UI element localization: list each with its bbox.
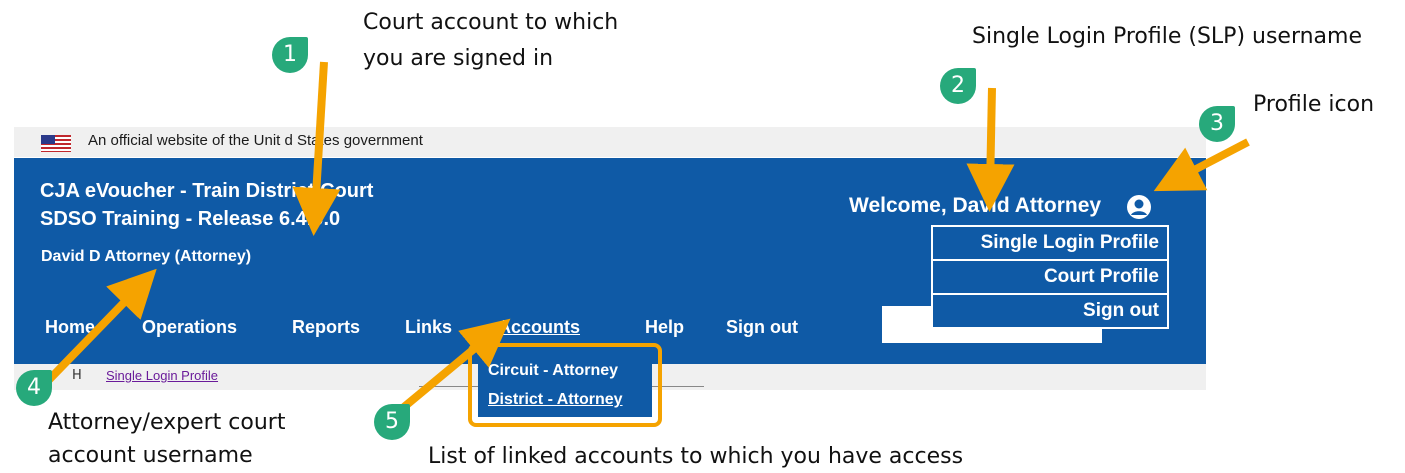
arrow-3: [1153, 138, 1250, 192]
arrow-5: [401, 318, 511, 411]
arrow-4: [39, 268, 157, 390]
arrow-1: [292, 61, 341, 236]
badge-2-number: 2: [951, 73, 965, 98]
badge-3-number: 3: [1210, 111, 1224, 136]
badge-5-number: 5: [385, 409, 399, 434]
annotation-arrows: [39, 61, 1250, 411]
arrow-2: [966, 87, 1015, 212]
badge-1-number: 1: [283, 42, 297, 67]
badge-4-number: 4: [27, 375, 41, 400]
